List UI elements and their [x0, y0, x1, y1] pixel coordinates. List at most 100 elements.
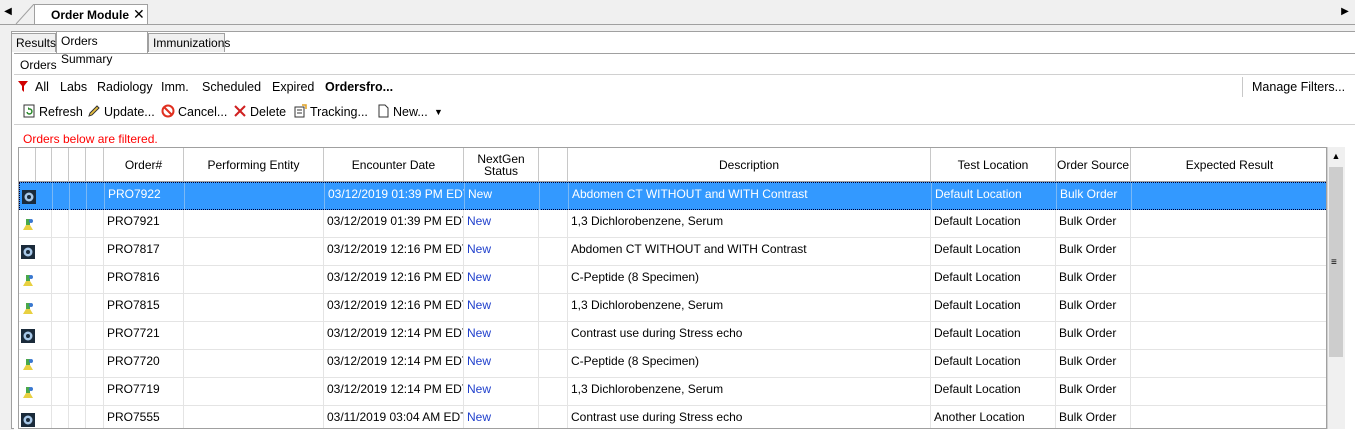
table-row[interactable]: PRO7815 03/12/2019 12:16 PM EDT New 1,3 Dic…	[19, 294, 1326, 322]
update-button[interactable]: Update...	[87, 104, 155, 122]
cell-expected	[1131, 378, 1326, 405]
col-header-encounter-date[interactable]: Encounter Date	[324, 148, 464, 182]
col-header-flag-4[interactable]	[86, 148, 104, 182]
orders-section-header: Orders	[14, 54, 1355, 75]
col-header-order-source[interactable]: Order Source	[1056, 148, 1131, 182]
scroll-right-icon[interactable]: ▶	[1339, 5, 1351, 19]
cell-description: Abdomen CT WITHOUT and WITH Contrast	[569, 183, 932, 210]
row-flag-cell-1	[36, 378, 52, 405]
row-flag-cell-1	[36, 294, 52, 321]
orders-section-title: Orders	[20, 58, 57, 72]
table-row[interactable]: PRO7817 03/12/2019 12:16 PM EDT New Abdomen…	[19, 238, 1326, 266]
col-header-flag-2[interactable]	[52, 148, 69, 182]
row-flag-cell-3	[69, 406, 86, 428]
cell-order: PRO7719	[104, 378, 184, 405]
col-header-status-line2: Status	[483, 163, 519, 178]
cell-description: Abdomen CT WITHOUT and WITH Contrast	[568, 238, 931, 265]
scroll-up-icon[interactable]: ▲	[1330, 150, 1342, 162]
cell-source: Bulk Order	[1056, 322, 1131, 349]
close-icon[interactable]: ✕	[133, 7, 145, 21]
cell-order: PRO7555	[104, 406, 184, 428]
filter-radiology[interactable]: Radiology	[97, 80, 153, 94]
cell-source: Bulk Order	[1056, 294, 1131, 321]
cell-description: Contrast use during Stress echo	[568, 322, 931, 349]
filter-all[interactable]: All	[35, 80, 49, 94]
refresh-button[interactable]: Refresh	[22, 104, 83, 122]
cell-status: New	[464, 406, 539, 428]
cell-status: New	[464, 350, 539, 377]
cell-status: New	[464, 378, 539, 405]
filter-scheduled[interactable]: Scheduled	[202, 80, 261, 94]
col-header-order[interactable]: Order#	[104, 148, 184, 182]
col-header-expected-label: Expected Result	[1185, 157, 1274, 172]
refresh-label: Refresh	[39, 105, 83, 119]
cell-expected	[1131, 294, 1326, 321]
document-tab-bar: ◀ Order Module ✕ ▶	[0, 0, 1355, 25]
cell-location: Default Location	[931, 266, 1056, 293]
cell-encounter: 03/12/2019 12:14 PM EDT	[324, 322, 464, 349]
col-header-performing-label: Performing Entity	[207, 157, 300, 172]
row-flag-cell-4	[86, 294, 104, 321]
filter-imm[interactable]: Imm.	[161, 80, 189, 94]
col-header-source-label: Order Source	[1056, 157, 1130, 172]
table-row[interactable]: PRO7922 03/12/2019 01:39 PM EDT New Abdomen…	[19, 182, 1326, 210]
filter-bar: All Labs Radiology Imm. Scheduled Expire…	[14, 76, 1355, 98]
cell-status: New	[464, 238, 539, 265]
tab-orders-summary[interactable]: Orders Summary	[56, 31, 148, 66]
table-row[interactable]: PRO7720 03/12/2019 12:14 PM EDT New C-Pepti…	[19, 350, 1326, 378]
new-button[interactable]: New...	[376, 104, 428, 122]
row-flag-cell-4	[86, 238, 104, 265]
table-row[interactable]: PRO7721 03/12/2019 12:14 PM EDT New Contras…	[19, 322, 1326, 350]
filter-labs[interactable]: Labs	[60, 80, 87, 94]
row-flag-cell-1	[37, 183, 53, 210]
tab-results[interactable]: Results	[11, 33, 56, 52]
col-header-description[interactable]: Description	[568, 148, 931, 182]
manage-filters-button[interactable]: Manage Filters...	[1252, 80, 1345, 94]
table-row[interactable]: PRO7921 03/12/2019 01:39 PM EDT New 1,3 Dic…	[19, 210, 1326, 238]
cell-performing	[185, 183, 325, 210]
cell-location: Default Location	[932, 183, 1057, 210]
cancel-button[interactable]: Cancel...	[161, 104, 227, 122]
col-header-flag-1[interactable]	[36, 148, 52, 182]
row-flag-cell-4	[86, 378, 104, 405]
cell-source: Bulk Order	[1056, 266, 1131, 293]
pencil-icon	[88, 105, 100, 117]
table-row[interactable]: PRO7719 03/12/2019 12:14 PM EDT New 1,3 Dic…	[19, 378, 1326, 406]
tab-results-label: Results	[16, 36, 57, 50]
scrollbar-grip-icon: ≡	[1331, 257, 1337, 268]
row-flag-cell-2	[52, 406, 69, 428]
tab-immunizations[interactable]: Immunizations	[148, 33, 230, 52]
cell-encounter: 03/12/2019 12:16 PM EDT	[324, 294, 464, 321]
new-dropdown-chevron-icon[interactable]: ▼	[434, 107, 443, 125]
cell-source: Bulk Order	[1057, 183, 1132, 210]
cell-status: New	[464, 210, 539, 237]
order-module-tab-label: Order Module	[51, 8, 130, 22]
col-header-test-location[interactable]: Test Location	[931, 148, 1056, 182]
tab-immunizations-label: Immunizations	[153, 36, 231, 50]
scroll-left-icon[interactable]: ◀	[2, 5, 14, 19]
cell-encounter: 03/12/2019 12:14 PM EDT	[324, 350, 464, 377]
cell-status: New	[464, 294, 539, 321]
filter-orders-from[interactable]: Ordersfro...	[325, 80, 393, 94]
col-header-blank[interactable]	[539, 148, 568, 182]
col-header-status-line1: NextGen	[477, 151, 525, 166]
cell-encounter: 03/12/2019 01:39 PM EDT	[325, 183, 465, 210]
cell-description: 1,3 Dichlorobenzene, Serum	[568, 294, 931, 321]
delete-button[interactable]: Delete	[233, 104, 286, 122]
cell-order: PRO7816	[104, 266, 184, 293]
order-module-tab[interactable]: Order Module ✕	[34, 4, 148, 24]
cell-location: Default Location	[931, 238, 1056, 265]
filter-expired[interactable]: Expired	[272, 80, 314, 94]
vertical-scrollbar[interactable]: ▲ ≡	[1327, 147, 1345, 429]
col-header-flag-3[interactable]	[69, 148, 86, 182]
col-header-icon[interactable]	[19, 148, 36, 182]
col-header-performing-entity[interactable]: Performing Entity	[184, 148, 324, 182]
orders-toolbar: Refresh Update... Cancel... Delete Track…	[14, 100, 1355, 125]
cell-expected	[1131, 210, 1326, 237]
col-header-expected-result[interactable]: Expected Result	[1131, 148, 1326, 182]
cell-description: Contrast use during Stress echo	[568, 406, 931, 428]
table-row[interactable]: PRO7555 03/11/2019 03:04 AM EDT New Contras…	[19, 406, 1326, 428]
col-header-nextgen-status[interactable]: NextGen Status	[464, 148, 539, 182]
table-row[interactable]: PRO7816 03/12/2019 12:16 PM EDT New C-Pepti…	[19, 266, 1326, 294]
tracking-button[interactable]: Tracking...	[293, 104, 368, 122]
